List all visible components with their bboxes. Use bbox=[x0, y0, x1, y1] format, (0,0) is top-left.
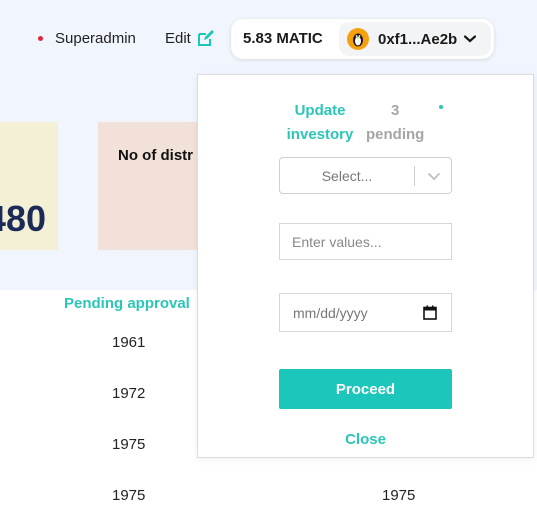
close-button[interactable]: Close bbox=[279, 431, 452, 448]
penguin-avatar-icon bbox=[347, 28, 369, 50]
stat-card-distributors: No of distr bbox=[98, 122, 200, 250]
chevron-down-icon[interactable] bbox=[464, 35, 477, 43]
select-placeholder: Select... bbox=[321, 168, 373, 184]
stat-card-total: 480 bbox=[0, 122, 58, 250]
wallet-widget: 5.83 MATIC 0xf1...Ae2b bbox=[231, 19, 494, 59]
column-header-pending-approval: Pending approval bbox=[64, 295, 190, 312]
pending-count-number: 3 bbox=[390, 102, 400, 119]
chevron-down-icon[interactable] bbox=[427, 172, 441, 181]
table-cell: 1975 bbox=[112, 487, 146, 504]
pending-count-label: pending bbox=[366, 126, 425, 143]
role-indicator: Superadmin bbox=[38, 30, 136, 47]
date-input[interactable]: mm/dd/yyyy bbox=[279, 293, 452, 332]
table-cell: 1975 bbox=[112, 436, 146, 453]
account-button[interactable]: 0xf1...Ae2b bbox=[339, 22, 491, 56]
table-cell: 1961 bbox=[112, 334, 146, 351]
indicator-dot bbox=[439, 105, 443, 109]
calendar-icon[interactable] bbox=[423, 305, 437, 320]
proceed-button[interactable]: Proceed bbox=[279, 369, 452, 409]
table-cell: 1972 bbox=[112, 385, 146, 402]
update-inventory-popup: Update investory 3 pending Select... mm/… bbox=[197, 74, 534, 458]
popup-title: Update investory bbox=[286, 99, 354, 147]
pending-count: 3 pending bbox=[366, 99, 424, 147]
item-select[interactable]: Select... bbox=[279, 157, 452, 194]
wallet-address: 0xf1...Ae2b bbox=[378, 30, 458, 48]
stat-value: 480 bbox=[0, 198, 46, 239]
table-cell: 1975 bbox=[382, 487, 416, 504]
edit-pencil-icon[interactable] bbox=[197, 30, 214, 47]
values-input[interactable] bbox=[279, 223, 452, 260]
popup-title-line: Update bbox=[294, 102, 346, 119]
wallet-balance: 5.83 MATIC bbox=[243, 30, 323, 47]
status-dot bbox=[38, 36, 43, 41]
role-label: Superadmin bbox=[55, 30, 136, 47]
edit-label: Edit bbox=[165, 30, 191, 47]
select-separator bbox=[414, 166, 415, 186]
date-placeholder: mm/dd/yyyy bbox=[293, 305, 368, 321]
stat-card-title: No of distr bbox=[118, 147, 193, 164]
popup-title-line: investory bbox=[286, 126, 354, 143]
edit-link[interactable]: Edit bbox=[165, 30, 214, 47]
